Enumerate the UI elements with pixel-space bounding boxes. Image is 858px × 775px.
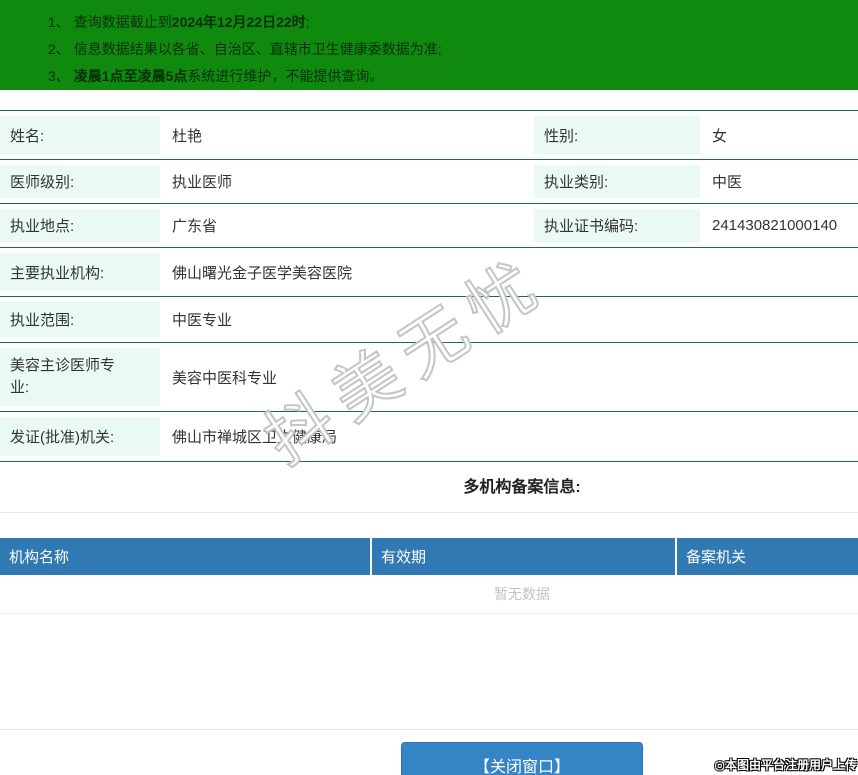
doctor-level-value: 执业医师	[172, 174, 233, 191]
notice-item: 2、 信息数据结果以各省、自治区、直辖市卫生健康委数据为准;	[0, 36, 858, 63]
notice-number: 1、	[48, 14, 70, 30]
row-cosmetic-specialty: 美容主诊医师专业: 美容中医科专业	[0, 343, 858, 412]
issuing-authority-value: 佛山市禅城区卫生健康局	[172, 429, 338, 446]
row-level-category: 医师级别: 执业医师 执业类别: 中医	[0, 160, 858, 204]
notice-text: 系统进行维护，不能提供查询。	[187, 68, 384, 84]
page-content: 1、 查询数据截止到2024年12月22日22时; 2、 信息数据结果以各省、自治区…	[0, 0, 858, 775]
records-table-header: 机构名称 有效期 备案机关	[0, 538, 858, 575]
practice-scope-label-text: 执业范围:	[10, 312, 75, 329]
gender-label: 性别:	[534, 111, 700, 159]
name-value: 杜艳	[172, 127, 203, 145]
gender-label-text: 性别:	[544, 127, 579, 145]
row-main-institution: 主要执业机构: 佛山曙光金子医学美容医院	[0, 248, 858, 297]
notice-bold-text: 2024年12月22日22时	[171, 14, 306, 30]
col-validity-period: 有效期	[372, 538, 677, 575]
practice-location-label-text: 执业地点:	[10, 218, 75, 235]
notice-banner: 1、 查询数据截止到2024年12月22日22时; 2、 信息数据结果以各省、自治区…	[0, 0, 858, 90]
cosmetic-specialty-value: 美容中医科专业	[172, 369, 278, 387]
practice-category-label-text: 执业类别:	[544, 174, 609, 191]
multi-institution-title: 多机构备案信息:	[463, 479, 581, 496]
gender-value: 女	[712, 127, 728, 145]
practice-location-value: 广东省	[172, 218, 218, 235]
notice-number: 3、	[48, 68, 70, 84]
upload-caption: ◎本图由平台注册用户上传	[714, 758, 857, 772]
cosmetic-specialty-label-text: 美容主诊医师专业:	[10, 357, 116, 396]
doctor-level-label-text: 医师级别:	[10, 174, 75, 191]
divider	[0, 729, 858, 730]
col-institution-name: 机构名称	[0, 538, 372, 575]
practice-category-label: 执业类别:	[534, 160, 700, 203]
doctor-level-label: 医师级别:	[0, 160, 160, 203]
row-name-gender: 姓名: 杜艳 性别: 女	[0, 111, 858, 160]
issuing-authority-label-text: 发证(批准)机关:	[10, 429, 115, 446]
empty-data-text: 暂无数据	[0, 575, 858, 614]
row-practice-scope: 执业范围: 中医专业	[0, 297, 858, 343]
notice-text: 查询数据截止到	[73, 14, 172, 30]
practice-scope-value: 中医专业	[172, 312, 233, 329]
certificate-number-label: 执业证书编码:	[534, 204, 700, 247]
main-institution-label: 主要执业机构:	[0, 248, 160, 296]
name-label: 姓名:	[0, 111, 160, 159]
divider	[0, 512, 858, 513]
notice-text: 信息数据结果以各省、自治区、直辖市卫生健康委数据为准;	[73, 41, 442, 57]
notice-number: 2、	[48, 41, 70, 57]
cosmetic-specialty-label: 美容主诊医师专业:	[0, 343, 160, 411]
main-institution-label-text: 主要执业机构:	[10, 264, 105, 282]
notice-text: ;	[305, 14, 310, 30]
issuing-authority-label: 发证(批准)机关:	[0, 412, 160, 461]
name-label-text: 姓名:	[10, 127, 45, 145]
notice-item: 1、 查询数据截止到2024年12月22日22时;	[0, 9, 858, 36]
row-location-certificate: 执业地点: 广东省 执业证书编码: 241430821000140	[0, 204, 858, 248]
practice-location-label: 执业地点:	[0, 204, 160, 247]
notice-bold-text: 凌晨1点至凌晨5点	[73, 68, 188, 84]
practice-scope-label: 执业范围:	[0, 297, 160, 342]
notice-item: 3、 凌晨1点至凌晨5点系统进行维护，不能提供查询。	[0, 63, 858, 90]
practice-category-value: 中医	[712, 174, 743, 191]
certificate-number-label-text: 执业证书编码:	[544, 218, 639, 235]
practitioner-info-table: 姓名: 杜艳 性别: 女 医师级别: 执业医师 执业类别: 中医 执业地点: 广…	[0, 110, 858, 462]
close-window-button[interactable]: 【关闭窗口】	[401, 742, 643, 775]
col-filing-authority: 备案机关	[686, 549, 747, 566]
main-institution-value: 佛山曙光金子医学美容医院	[172, 264, 353, 282]
row-issuing-authority: 发证(批准)机关: 佛山市禅城区卫生健康局	[0, 412, 858, 462]
certificate-number-value: 241430821000140	[712, 217, 838, 234]
